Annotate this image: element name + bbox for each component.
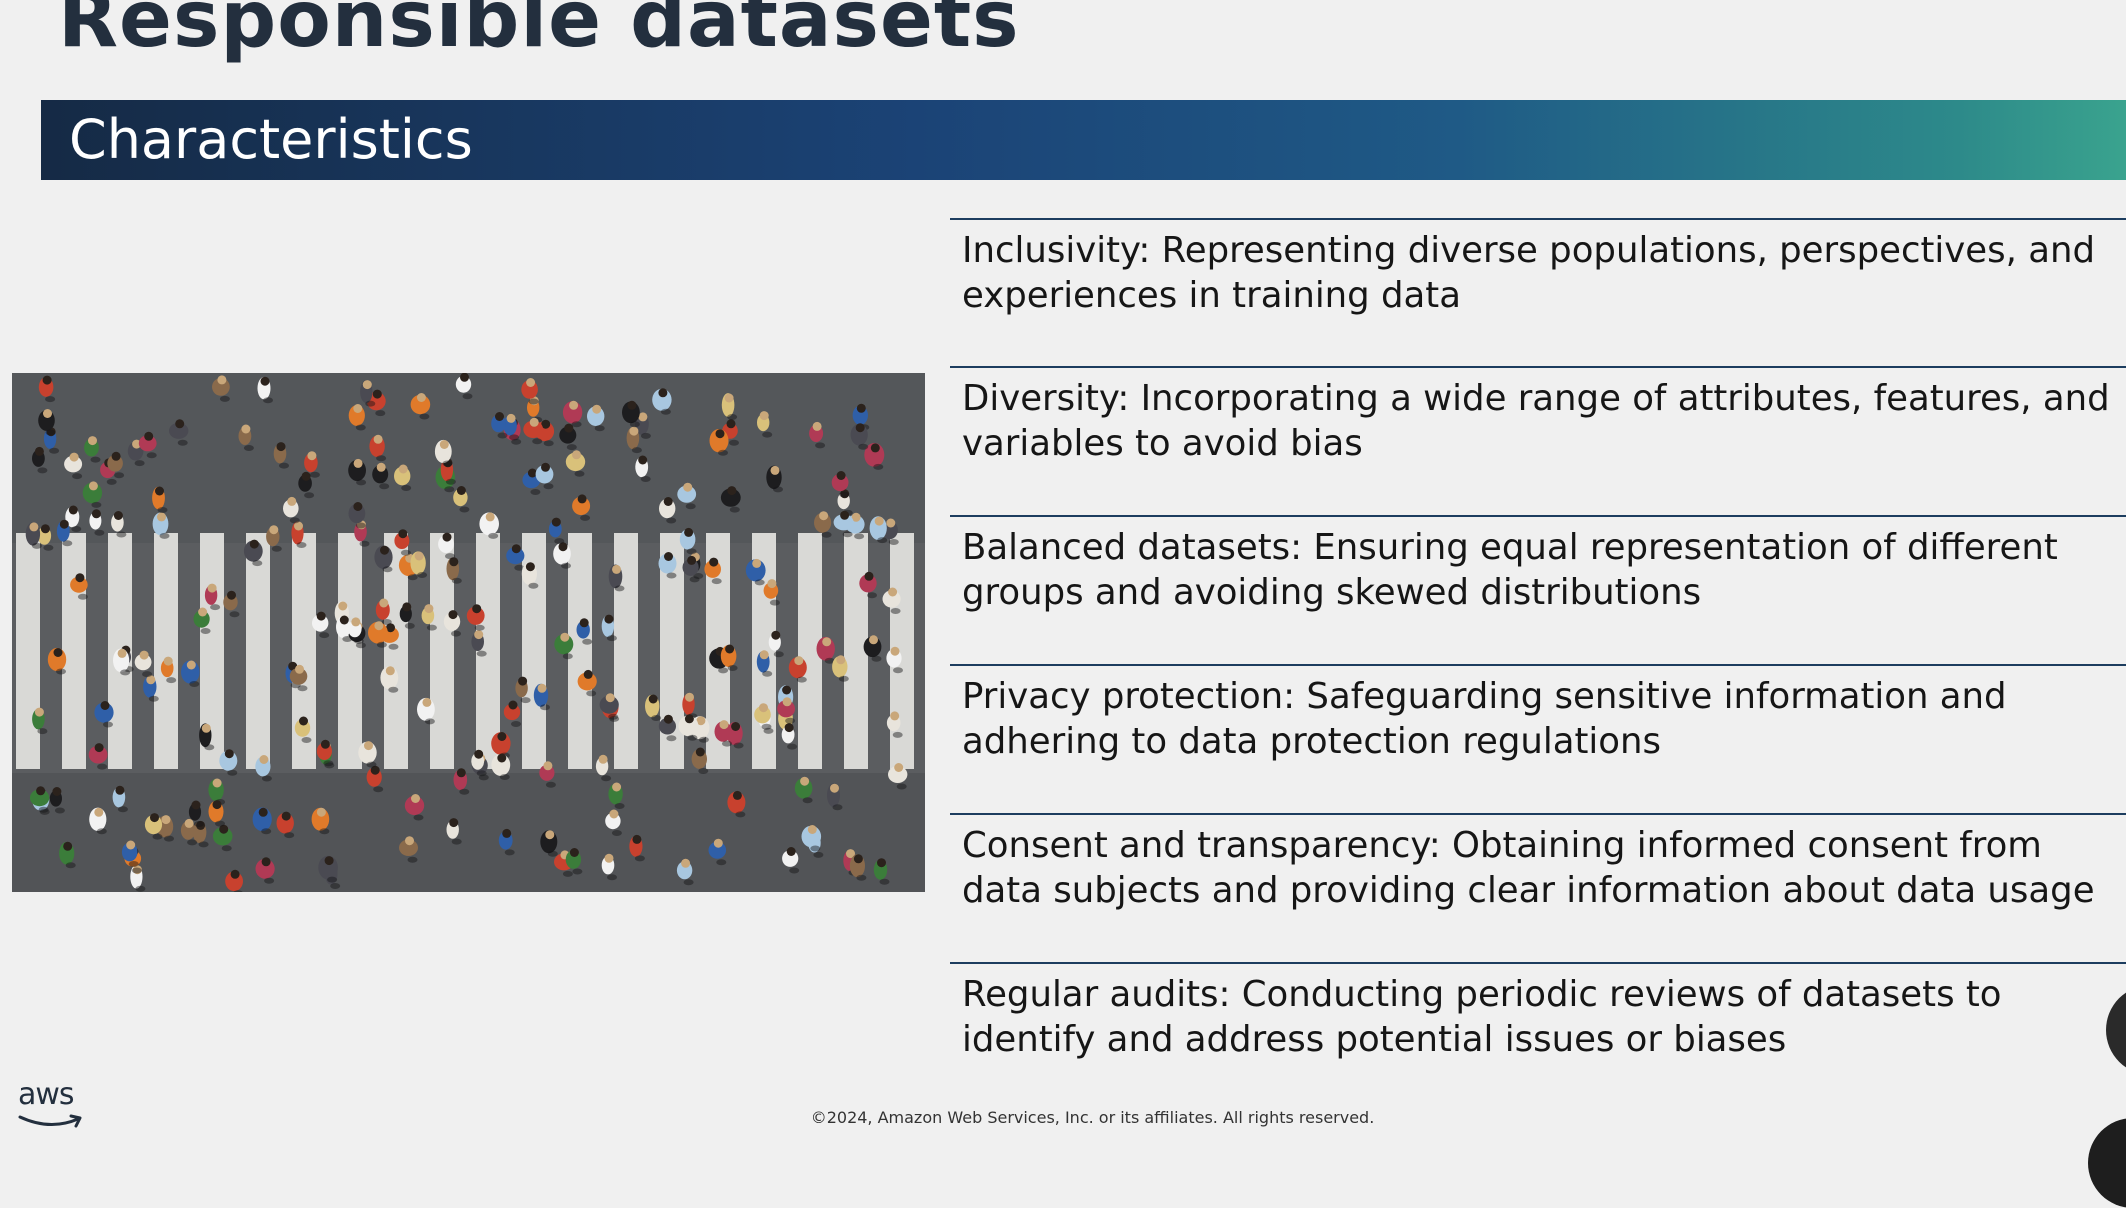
item-text: Consent and transparency: Obtaining info… — [962, 825, 2095, 911]
crowd-crosswalk-image — [12, 373, 925, 892]
item-divider — [950, 813, 2126, 815]
characteristics-list: Inclusivity: Representing diverse popula… — [950, 0, 2126, 1144]
item-text: Balanced datasets: Ensuring equal repres… — [962, 527, 2058, 613]
copyright-footer: ©2024, Amazon Web Services, Inc. or its … — [810, 1108, 1375, 1127]
item-divider — [950, 515, 2126, 517]
slide-title: Responsible datasets — [58, 0, 1020, 65]
item-text: Inclusivity: Representing diverse popula… — [962, 230, 2095, 316]
crowd-crosswalk-photo — [12, 373, 925, 892]
item-divider — [950, 366, 2126, 368]
item-text: Diversity: Incorporating a wide range of… — [962, 378, 2110, 464]
item-divider — [950, 664, 2126, 666]
section-header-label: Characteristics — [69, 108, 473, 171]
item-divider — [950, 218, 2126, 220]
item-divider — [950, 962, 2126, 964]
item-text: Privacy protection: Safeguarding sensiti… — [962, 676, 2007, 762]
item-text: Regular audits: Conducting periodic revi… — [962, 974, 2002, 1060]
